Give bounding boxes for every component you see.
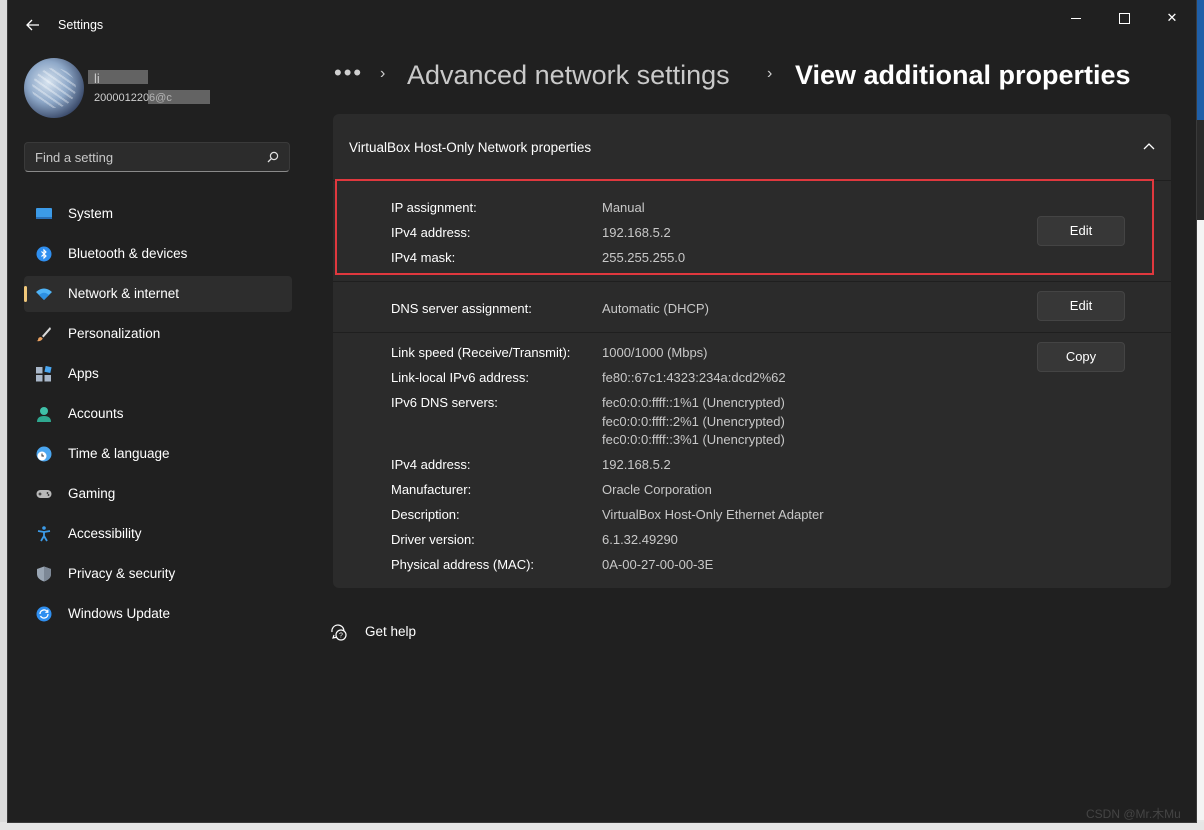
wifi-icon [36,288,52,300]
search-input[interactable]: Find a setting [24,142,290,172]
ipv4-address-detail-label: IPv4 address: [391,457,471,472]
arrow-left-icon [26,19,39,31]
sidebar-item-label: Apps [68,366,99,381]
breadcrumb-parent-link[interactable]: Advanced network settings [407,60,730,91]
link-local-ipv6-label: Link-local IPv6 address: [391,370,530,385]
bluetooth-icon [36,246,52,262]
back-button[interactable] [20,12,46,38]
title-bar: Settings ✕ [8,0,1196,50]
sidebar-item-time-language[interactable]: Time & language [24,436,292,472]
maximize-icon [1118,13,1130,25]
description-value: VirtualBox Host-Only Ethernet Adapter [602,507,824,522]
ipv6-dns-server-1: fec0:0:0:ffff::1%1 (Unencrypted) [602,395,785,410]
sidebar-item-label: Accounts [68,406,124,421]
divider [333,332,1171,333]
update-icon [36,606,52,622]
sidebar-item-privacy-security[interactable]: Privacy & security [24,556,292,592]
minimize-icon [1071,18,1081,20]
chevron-right-icon: › [380,65,386,82]
sidebar-nav: System Bluetooth & devices Network & int… [24,196,292,636]
active-indicator [24,286,27,302]
accessibility-icon [37,526,51,542]
background-left-strip [0,0,8,830]
link-local-ipv6-value: fe80::67c1:4323:234a:dcd2%62 [602,370,786,385]
sidebar-item-label: Time & language [68,446,170,461]
settings-window: Settings ✕ li 2000012206@c Find a settin… [8,0,1196,822]
chevron-right-icon: › [767,65,773,82]
copy-button[interactable]: Copy [1037,342,1125,372]
ipv6-dns-server-2: fec0:0:0:ffff::2%1 (Unencrypted) [602,414,785,429]
chevron-up-icon [1143,143,1155,150]
redaction-mark [148,90,210,104]
avatar[interactable] [24,58,84,118]
driver-version-label: Driver version: [391,532,475,547]
manufacturer-label: Manufacturer: [391,482,472,497]
sidebar-item-apps[interactable]: Apps [24,356,292,392]
help-icon[interactable]: ? [330,623,348,641]
watermark: CSDN @Mr.木Mu [1086,807,1181,821]
divider [333,281,1171,282]
driver-version-value: 6.1.32.49290 [602,532,678,547]
link-speed-label: Link speed (Receive/Transmit): [391,345,571,360]
svg-text:?: ? [339,633,343,640]
mac-address-label: Physical address (MAC): [391,557,535,572]
search-placeholder: Find a setting [35,150,114,165]
search-icon [267,151,279,163]
monitor-icon [36,208,52,219]
maximize-button[interactable] [1101,8,1147,28]
shield-icon [37,566,51,582]
sidebar-item-network-internet[interactable]: Network & internet [24,276,292,312]
sidebar-item-windows-update[interactable]: Windows Update [24,596,292,632]
close-icon: ✕ [1166,10,1178,25]
sidebar-item-label: System [68,206,114,221]
sidebar-item-label: Gaming [68,486,116,501]
brush-icon [36,327,51,342]
sidebar-item-system[interactable]: System [24,196,292,232]
ipv4-address-detail-value: 192.168.5.2 [602,457,671,472]
sidebar-item-label: Windows Update [68,606,171,621]
sidebar-item-accessibility[interactable]: Accessibility [24,516,292,552]
minimize-button[interactable] [1053,8,1099,28]
edit-dns-button[interactable]: Edit [1037,291,1125,321]
sidebar-item-label: Personalization [68,326,161,341]
sidebar-item-personalization[interactable]: Personalization [24,316,292,352]
card-title: VirtualBox Host-Only Network properties [349,140,592,155]
get-help-link[interactable]: Get help [365,624,416,639]
manufacturer-value: Oracle Corporation [602,482,712,497]
link-speed-value: 1000/1000 (Mbps) [602,345,708,360]
ipv6-dns-server-3: fec0:0:0:ffff::3%1 (Unencrypted) [602,432,785,447]
globe-clock-icon [36,446,52,462]
breadcrumb-overflow-button[interactable]: ••• [334,60,363,86]
mac-address-value: 0A-00-27-00-00-3E [602,557,714,572]
card-header[interactable]: VirtualBox Host-Only Network properties [333,114,1171,180]
close-button[interactable]: ✕ [1149,8,1195,28]
sidebar-item-gaming[interactable]: Gaming [24,476,292,512]
page-title: View additional properties [795,60,1131,90]
sidebar-item-label: Accessibility [68,526,142,541]
description-label: Description: [391,507,460,522]
background-bottom-strip [0,822,1204,830]
background-right-strip [1196,0,1204,830]
sidebar-item-accounts[interactable]: Accounts [24,396,292,432]
dns-assignment-label: DNS server assignment: [391,301,532,316]
ipv6-dns-servers-label: IPv6 DNS servers: [391,395,498,410]
person-icon [37,407,51,422]
sidebar-item-label: Privacy & security [68,566,176,581]
apps-icon [36,366,52,382]
redaction-mark [88,70,148,84]
highlight-annotation [335,179,1154,275]
sidebar-item-label: Bluetooth & devices [68,246,188,261]
app-title: Settings [58,18,104,32]
gamepad-icon [36,490,52,498]
dns-assignment-value: Automatic (DHCP) [602,301,709,316]
sidebar-item-label: Network & internet [68,286,180,301]
sidebar-item-bluetooth-devices[interactable]: Bluetooth & devices [24,236,292,272]
